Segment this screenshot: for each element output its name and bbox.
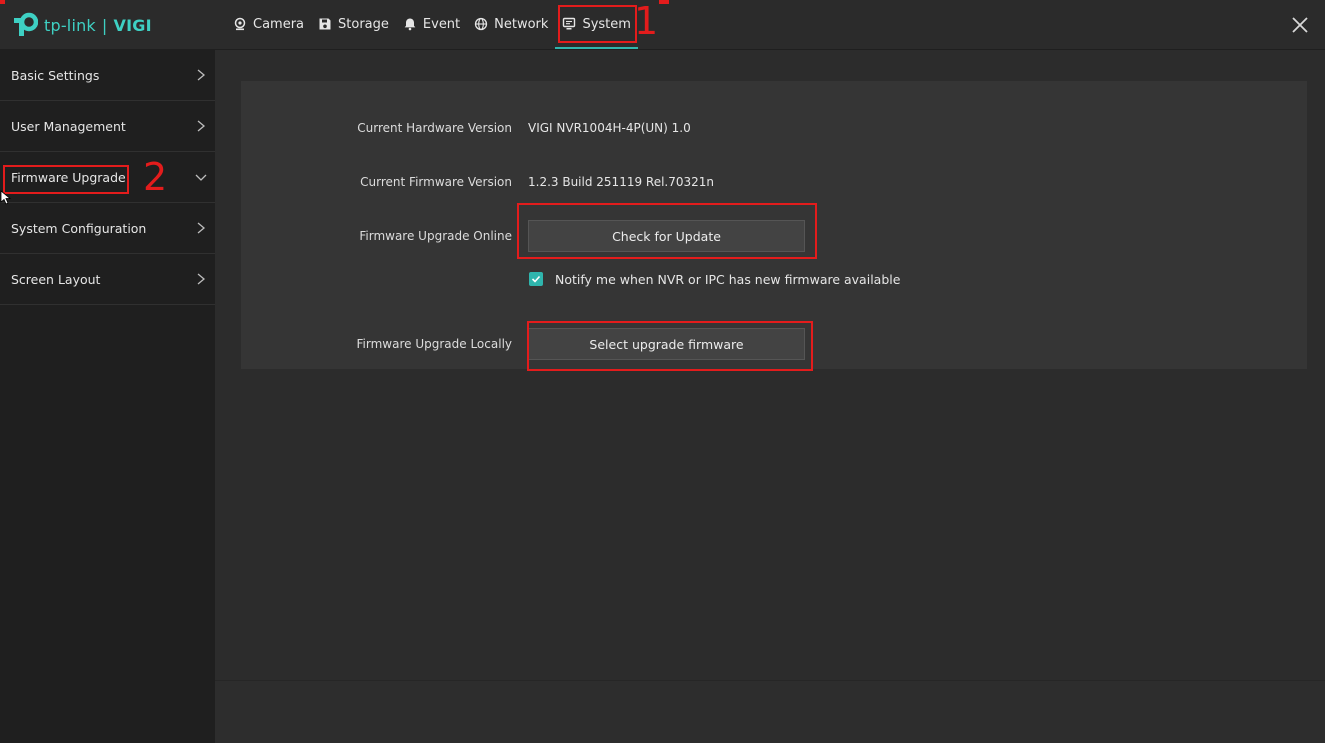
storage-icon <box>319 18 331 30</box>
chevron-right-icon <box>197 273 206 285</box>
sidebar: Basic Settings User Management Firmware … <box>0 50 215 743</box>
brand-name: tp-link <box>44 15 96 35</box>
chevron-right-icon <box>197 222 206 234</box>
hardware-version-value: VIGI NVR1004H-4P(UN) 1.0 <box>528 121 691 135</box>
nav-camera-label: Camera <box>253 16 305 32</box>
sidebar-item-user-management[interactable]: User Management <box>0 101 215 152</box>
sidebar-item-firmware-upgrade[interactable]: Firmware Upgrade <box>0 152 215 203</box>
monitor-icon <box>563 17 576 30</box>
nav-storage-label: Storage <box>338 16 389 32</box>
nav-network-label: Network <box>494 16 549 32</box>
top-nav: Camera Storage Event Network System <box>226 0 639 49</box>
annotation-number-2: 2 <box>143 155 168 199</box>
chevron-down-icon <box>195 174 207 181</box>
brand-text: tp-link | VIGI <box>44 16 152 35</box>
close-icon[interactable] <box>1288 13 1312 37</box>
nav-system[interactable]: System <box>555 0 639 49</box>
notify-checkbox-label: Notify me when NVR or IPC has new firmwa… <box>555 272 901 287</box>
notify-checkbox[interactable] <box>529 272 543 286</box>
hardware-version-label: Current Hardware Version <box>357 121 512 135</box>
checkmark-icon <box>531 275 541 283</box>
nav-event-label: Event <box>422 16 461 32</box>
nav-system-label: System <box>582 16 631 32</box>
firmware-version-label: Current Firmware Version <box>360 175 512 189</box>
sidebar-item-basic-settings[interactable]: Basic Settings <box>0 50 215 101</box>
sidebar-item-screen-layout[interactable]: Screen Layout <box>0 254 215 305</box>
chevron-right-icon <box>197 69 206 81</box>
annotation-number-1: 1 <box>634 0 659 43</box>
check-for-update-button[interactable]: Check for Update <box>528 220 805 252</box>
top-bar: tp-link | VIGI Camera Storage Event Netw… <box>0 0 1325 50</box>
sidebar-item-label: Basic Settings <box>11 67 100 83</box>
footer-bar <box>215 680 1325 743</box>
globe-icon <box>475 17 488 31</box>
sidebar-item-label: Firmware Upgrade <box>11 169 126 185</box>
mouse-cursor-icon <box>0 190 12 205</box>
nav-camera[interactable]: Camera <box>226 0 311 48</box>
brand-separator: | <box>101 15 108 35</box>
sidebar-item-label: User Management <box>11 118 126 134</box>
firmware-upgrade-locally-label: Firmware Upgrade Locally <box>356 337 512 351</box>
chevron-right-icon <box>197 120 206 132</box>
brand-product: VIGI <box>113 15 152 35</box>
sidebar-item-label: System Configuration <box>11 220 147 236</box>
nav-network[interactable]: Network <box>467 0 555 48</box>
annotation-mark <box>659 0 669 4</box>
select-upgrade-firmware-button[interactable]: Select upgrade firmware <box>528 328 805 360</box>
firmware-upgrade-online-label: Firmware Upgrade Online <box>359 229 512 243</box>
tp-link-logo-icon <box>14 12 38 36</box>
bell-icon <box>404 18 416 31</box>
nav-storage[interactable]: Storage <box>311 0 396 48</box>
camera-icon <box>234 17 246 31</box>
sidebar-item-system-configuration[interactable]: System Configuration <box>0 203 215 254</box>
nav-event[interactable]: Event <box>396 0 467 48</box>
annotation-mark <box>0 0 5 4</box>
firmware-version-value: 1.2.3 Build 251119 Rel.70321n <box>528 175 715 189</box>
brand-logo: tp-link | VIGI <box>12 11 152 39</box>
sidebar-item-label: Screen Layout <box>11 271 101 287</box>
